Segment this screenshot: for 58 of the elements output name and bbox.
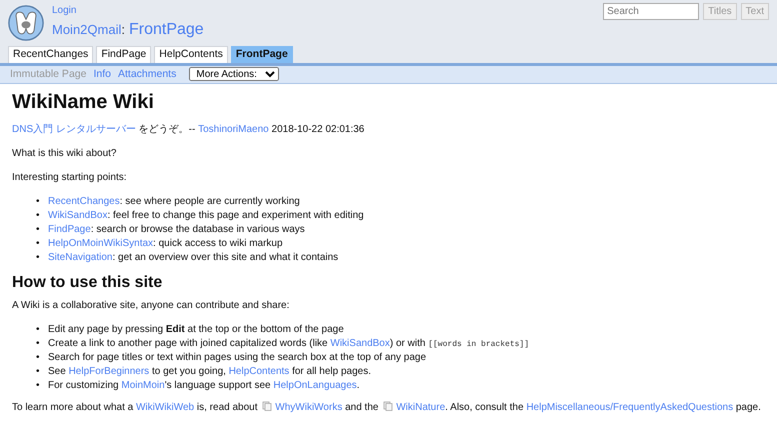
tab[interactable]: FindPage — [96, 46, 152, 63]
page-icon — [262, 401, 272, 412]
link[interactable]: WikiNature — [396, 402, 446, 414]
bullet: • — [35, 237, 41, 252]
list-item: Create a link to another page with joined capitalized words (like WikiSandBox) or with [[words in brackets]] — [48, 337, 530, 352]
link[interactable]: WikiWikiWeb — [136, 402, 194, 414]
tab[interactable]: HelpContents — [154, 46, 228, 63]
list-item: HelpOnMoinWikiSyntax: quick access to wiki markup — [48, 237, 283, 252]
link[interactable]: WikiSandBox — [330, 338, 390, 350]
paragraph: A Wiki is a collaborative site, anyone can contribute and share: — [12, 299, 290, 314]
list-item: See HelpForBeginners to get you going, HelpContents for all help pages. — [48, 365, 372, 380]
bullet: • — [35, 323, 41, 338]
logo-icon[interactable] — [8, 4, 44, 40]
bullet: • — [35, 337, 41, 352]
bullet: • — [35, 379, 41, 394]
login-link[interactable]: Login — [52, 3, 204, 18]
bullet: • — [35, 223, 41, 238]
link[interactable]: MoinMoin — [121, 380, 165, 392]
link[interactable]: FindPage — [48, 224, 91, 236]
action-link[interactable]: Info — [93, 66, 111, 82]
page-icon — [383, 401, 394, 412]
list-item: WikiSandBox: feel free to change this page and experiment with editing — [48, 209, 364, 224]
tab[interactable]: FrontPage — [230, 46, 293, 63]
list-item: SiteNavigation: get an overview over this site and what it contains — [48, 251, 338, 266]
search-field[interactable]: Search — [603, 3, 700, 20]
link[interactable]: HelpForBeginners — [68, 366, 150, 378]
link[interactable]: SiteNavigation — [48, 252, 112, 264]
more-actions-dropdown[interactable]: More Actions: — [189, 67, 280, 82]
list-item: Search for page titles or text within pages using the search box at the top of any page — [48, 351, 426, 366]
bullet: • — [35, 195, 41, 210]
link[interactable]: WikiSandBox — [48, 210, 108, 222]
link[interactable]: HelpMiscellaneous/FrequentlyAskedQuestions — [526, 402, 734, 414]
tab[interactable]: RecentChanges — [8, 46, 94, 63]
link[interactable]: HelpContents — [228, 366, 290, 378]
bullet: • — [35, 351, 41, 366]
bullet: • — [35, 251, 41, 266]
page-title-link[interactable]: FrontPage — [128, 18, 204, 42]
site-name-link[interactable]: Moin2Qmail — [52, 20, 122, 40]
bullet: • — [35, 209, 41, 224]
link[interactable]: ToshinoriMaeno — [198, 124, 269, 136]
link[interactable]: HelpOnMoinWikiSyntax — [48, 238, 154, 250]
list-item: For customizing MoinMoin's language support see HelpOnLanguages. — [48, 379, 360, 394]
action-link[interactable]: Attachments — [118, 66, 176, 82]
paragraph: DNS入門 レンタルサーバー をどうぞ。-- ToshinoriMaeno 2018-10-22 02:01:36 — [12, 123, 366, 138]
bullet: • — [35, 365, 41, 380]
list-item: Edit any page by pressing Edit at the top or the bottom of the page — [48, 323, 344, 338]
heading: How to use this site — [12, 273, 164, 292]
link[interactable]: WhyWikiWorks — [275, 402, 342, 414]
heading: WikiName Wiki — [12, 90, 155, 114]
list-item: FindPage: search or browse the database in various ways — [48, 223, 305, 238]
paragraph: To learn more about what a WikiWikiWeb is, read about WhyWikiWorks and the WikiNature. Also, consult the HelpMiscellaneous/FrequentlyAskedQuestions page. — [12, 401, 762, 416]
link[interactable]: DNS入門 レンタルサーバー — [12, 124, 136, 136]
list-item: RecentChanges: see where people are currently working — [48, 195, 300, 210]
link[interactable]: HelpOnLanguages — [273, 380, 357, 392]
link[interactable]: RecentChanges — [48, 196, 120, 208]
paragraph: Interesting starting points: — [12, 171, 128, 186]
title-separator: : — [121, 21, 125, 39]
paragraph: What is this wiki about? — [12, 147, 118, 162]
